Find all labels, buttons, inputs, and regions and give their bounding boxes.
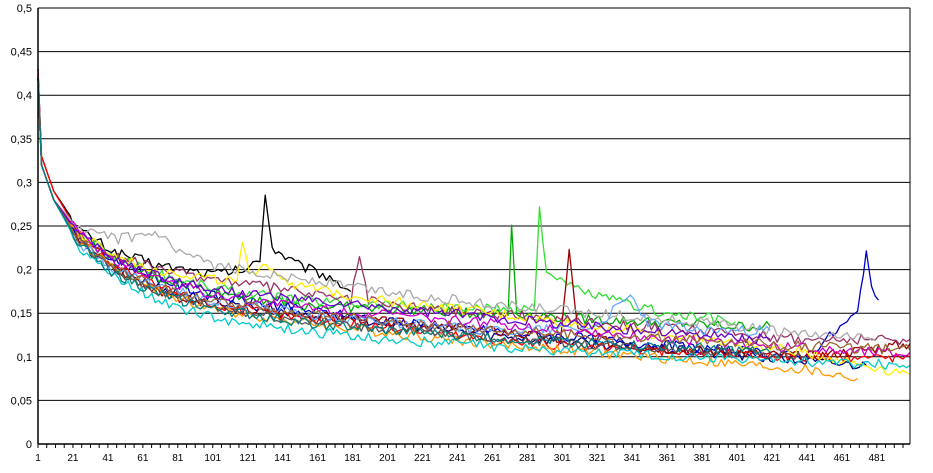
x-tick-label: 221 (414, 453, 431, 464)
y-tick-label: 0,15 (11, 308, 32, 320)
series-lines (37, 68, 911, 382)
x-tick-label: 441 (799, 453, 816, 464)
x-tick-label: 161 (309, 453, 326, 464)
x-tick-label: 181 (344, 453, 361, 464)
x-tick-label: 201 (379, 453, 396, 464)
y-tick-label: 0,4 (17, 90, 32, 102)
y-tick-label: 0,45 (11, 47, 32, 59)
x-tick-labels: 1 21 41 61 81 101 121 141 161 181 201 221 241 261 281 3… (35, 453, 885, 464)
y-tick-label: 0,25 (11, 221, 32, 233)
x-tick-label: 381 (694, 453, 711, 464)
y-tick-label: 0 (26, 439, 32, 451)
x-tick-label: 1 (35, 453, 41, 464)
y-tick-labels: 0 0,05 0,1 0,15 0,2 0,25 0,3 0,35 0,4 0,45 0,5 (11, 3, 32, 451)
series-line (37, 77, 876, 341)
x-tick-label: 261 (484, 453, 501, 464)
x-tick-label: 481 (868, 453, 885, 464)
x-tick-label: 81 (172, 453, 184, 464)
x-tick-label: 21 (67, 453, 79, 464)
x-tick-label: 341 (624, 453, 641, 464)
line-chart: 0 0,05 0,1 0,15 0,2 0,25 0,3 0,35 0,4 0,45 0,5 1 21… (0, 0, 933, 473)
y-tick-label: 0,1 (17, 352, 32, 364)
x-tick-label: 321 (589, 453, 606, 464)
x-tick-label: 241 (449, 453, 466, 464)
y-tick-label: 0,05 (11, 395, 32, 407)
series-line (37, 77, 806, 360)
x-tick-label: 301 (554, 453, 571, 464)
y-tick-label: 0,3 (17, 177, 32, 189)
series-line (37, 77, 771, 332)
series-line (37, 77, 911, 346)
x-tick-label: 41 (102, 453, 114, 464)
y-tick-label: 0,35 (11, 134, 32, 146)
x-tick-label: 121 (239, 453, 256, 464)
x-tick-label: 61 (137, 453, 149, 464)
series-line (37, 68, 352, 292)
x-tick-label: 101 (204, 453, 221, 464)
x-tick-label: 281 (519, 453, 536, 464)
y-tick-label: 0,5 (17, 3, 32, 15)
x-tick-label: 141 (274, 453, 291, 464)
y-tick-label: 0,2 (17, 265, 32, 277)
chart-svg: 00,050,10,150,20,250,30,350,40,450,5 1 21… (11, 3, 911, 464)
x-tick-label: 361 (659, 453, 676, 464)
x-tick-label: 461 (834, 453, 851, 464)
x-tick-label: 421 (764, 453, 781, 464)
axes (37, 8, 911, 448)
x-tick-label: 401 (729, 453, 746, 464)
